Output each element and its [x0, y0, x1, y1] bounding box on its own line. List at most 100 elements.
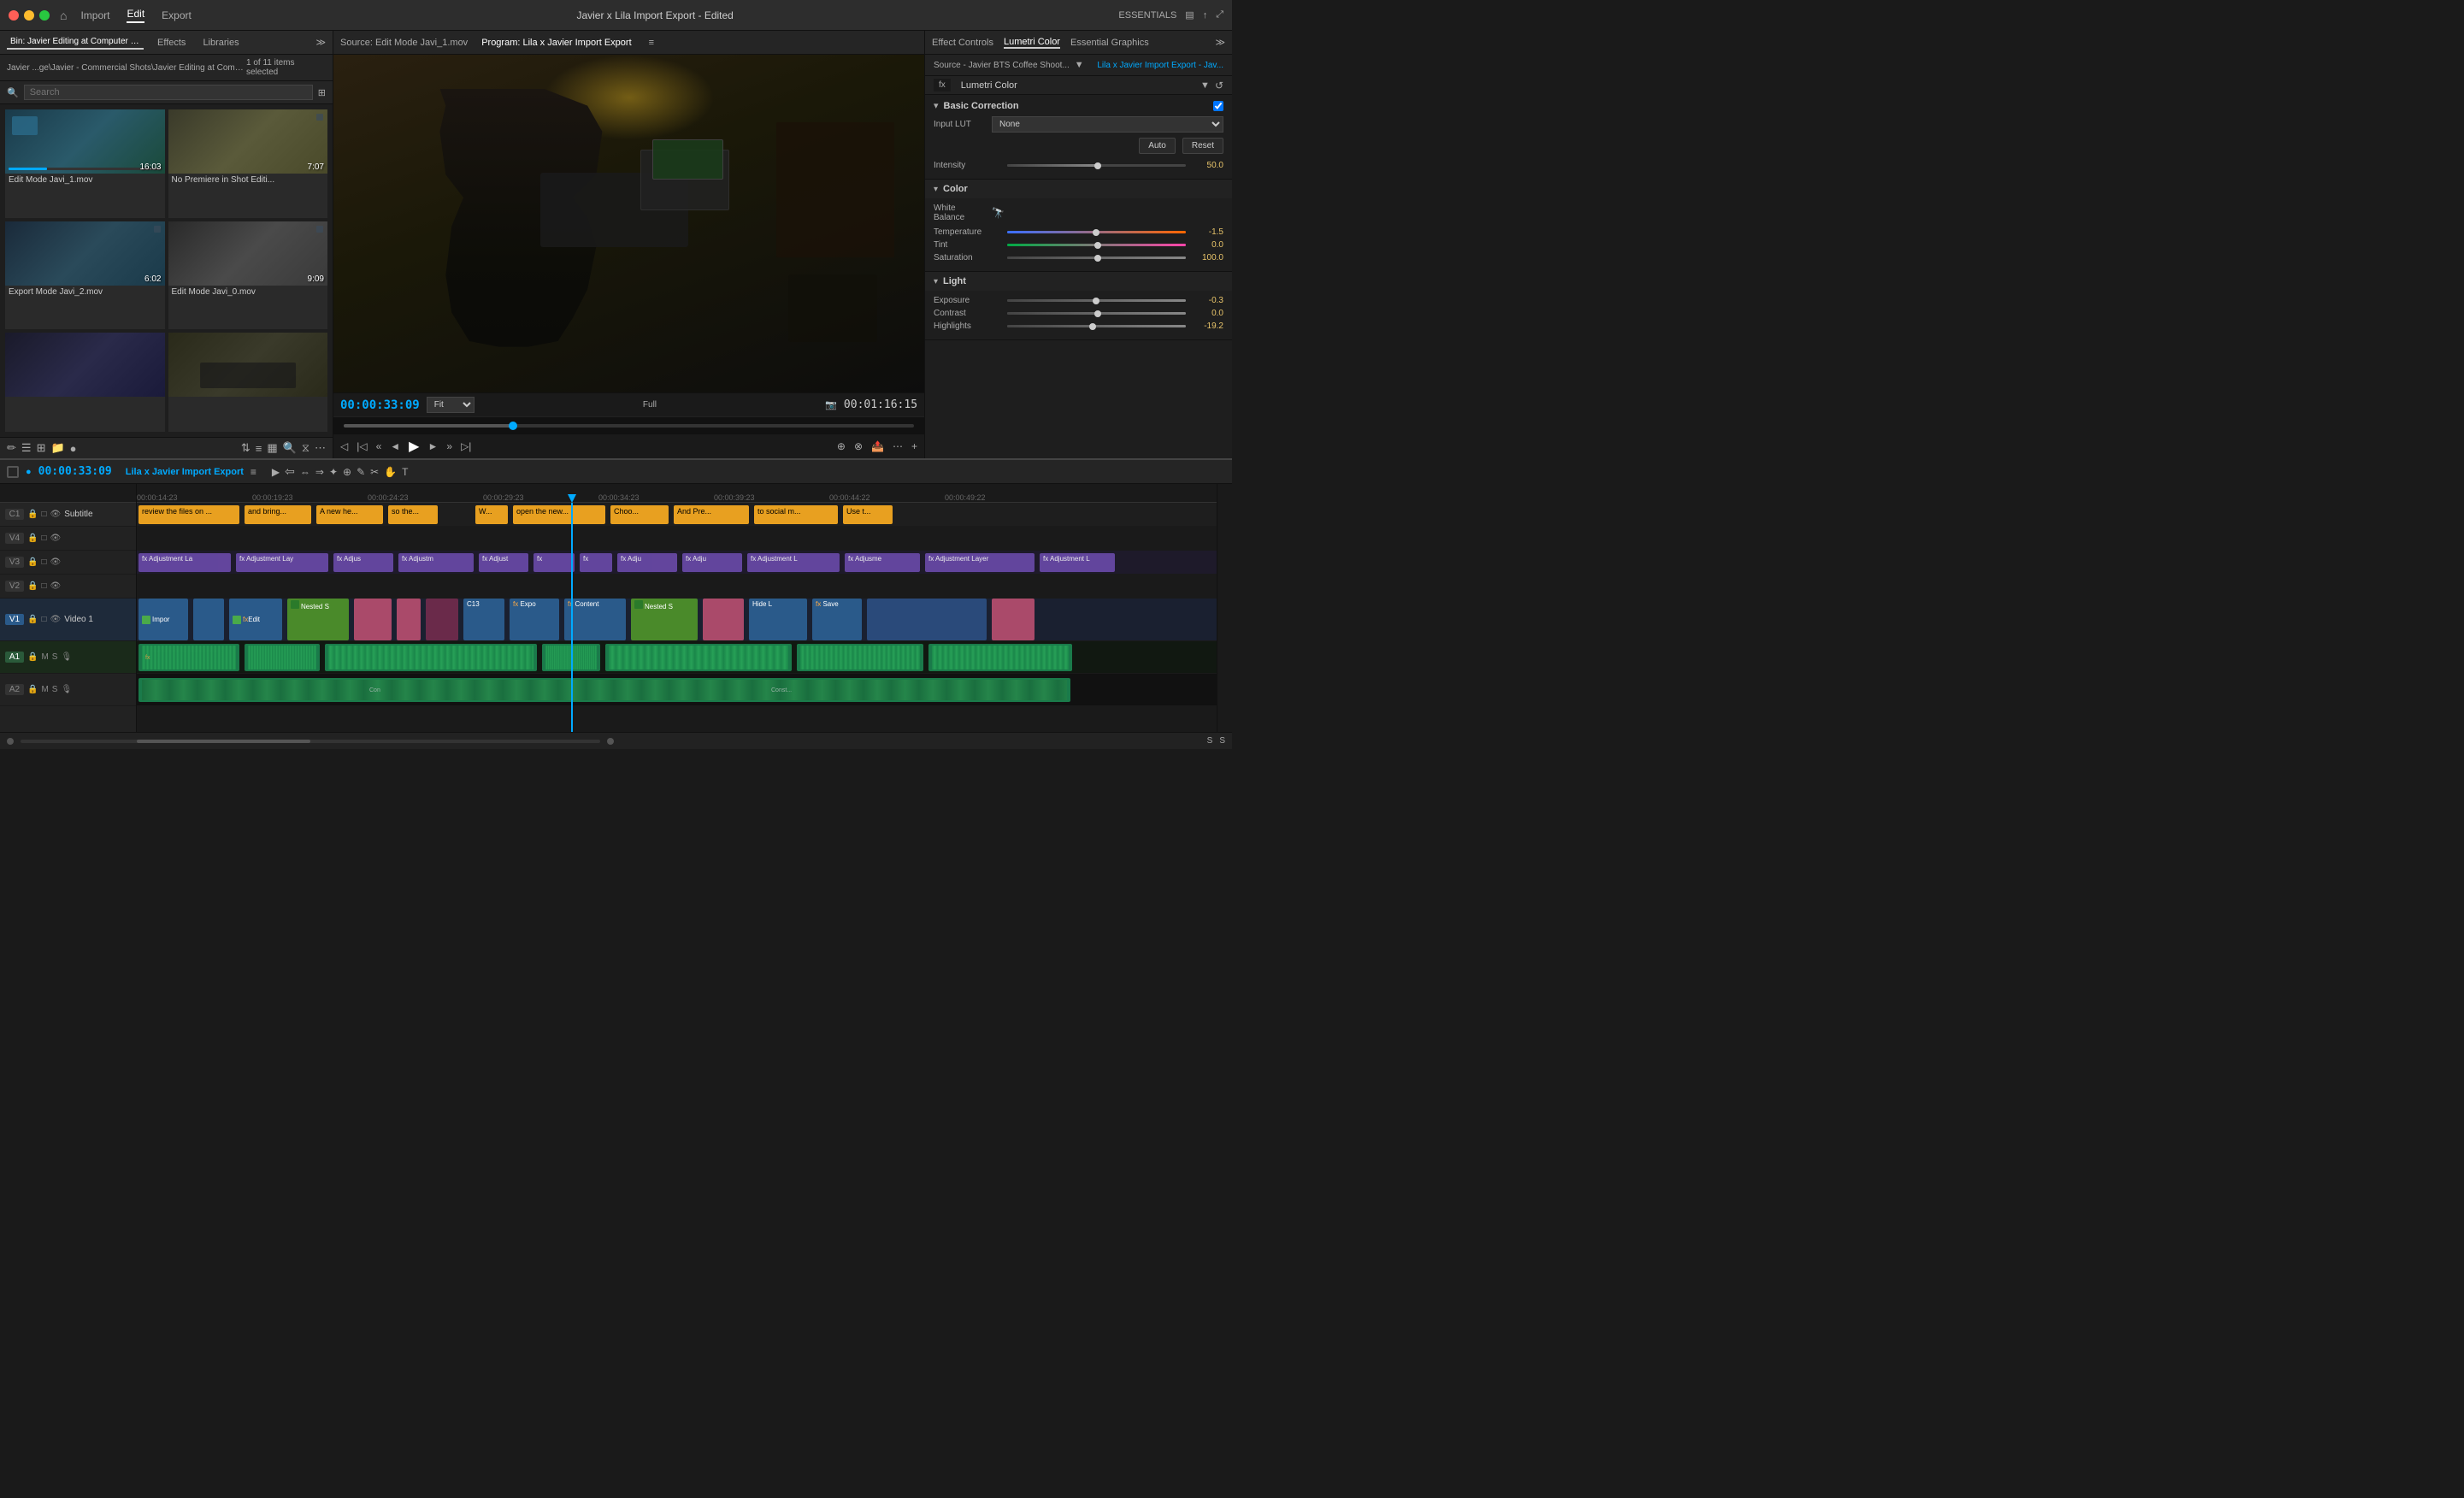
adjustment-clip[interactable]: fx Adjustment L	[747, 553, 840, 572]
subtitle-clip[interactable]: Choo...	[610, 505, 669, 524]
program-menu-icon[interactable]: ≡	[649, 38, 654, 48]
track-eye-icon[interactable]: 👁	[50, 510, 62, 519]
adjustment-clip[interactable]: fx	[533, 553, 575, 572]
track-mic-a1[interactable]: 🎙	[61, 652, 72, 662]
subtitle-clip[interactable]: and bring...	[245, 505, 311, 524]
exposure-track[interactable]	[1007, 299, 1186, 302]
zoom-in-icon[interactable]	[607, 738, 614, 745]
razor-tool[interactable]: ✂	[370, 466, 379, 478]
subtitle-clip[interactable]: to social m...	[754, 505, 838, 524]
media-item[interactable]	[168, 333, 328, 432]
auto-button[interactable]: Auto	[1139, 138, 1176, 154]
rewind-icon[interactable]: ◄	[390, 440, 400, 452]
rate-tool[interactable]: ⇒	[315, 466, 324, 478]
video-clip[interactable]	[354, 599, 392, 640]
highlights-track[interactable]	[1007, 325, 1186, 327]
grid-icon[interactable]: ⊞	[37, 441, 46, 455]
sort-icon[interactable]: ⇅	[241, 441, 251, 455]
scrubber-bar[interactable]	[333, 416, 924, 433]
more-icon[interactable]: ⋯	[315, 441, 326, 455]
rolling-tool[interactable]: ⇔	[300, 466, 310, 478]
adjustment-clip[interactable]: fx Adjustm	[398, 553, 474, 572]
video-clip-edit[interactable]: fx Edit	[229, 599, 282, 640]
track-lock-v2[interactable]: 🔒	[27, 581, 38, 591]
light-section-header[interactable]: ▾ Light	[925, 272, 1232, 291]
ripple-tool[interactable]: ⇦	[285, 464, 295, 479]
step-forward-icon[interactable]: »	[446, 440, 452, 452]
track-lock-a1[interactable]: 🔒	[27, 652, 38, 662]
mark-in-icon[interactable]: ◁	[340, 440, 348, 452]
hand-tool[interactable]: ✋	[384, 466, 397, 478]
fx-reset-icon[interactable]: ↺	[1215, 80, 1223, 91]
tab-program[interactable]: Program: Lila x Javier Import Export	[481, 38, 631, 48]
track-camera-icon[interactable]: □	[41, 510, 46, 519]
tab-bin[interactable]: Bin: Javier Editing at Computer B Roll	[7, 35, 144, 50]
select-tool[interactable]: ▶	[272, 466, 280, 478]
video-clip-save[interactable]: fx Save	[812, 599, 862, 640]
expand-panel-icon[interactable]: ≫	[315, 37, 326, 48]
subtitle-clip[interactable]: A new he...	[316, 505, 383, 524]
track-mute-a1[interactable]: M	[41, 652, 48, 662]
tab-effect-controls[interactable]: Effect Controls	[932, 38, 993, 48]
track-eye-v2[interactable]: 👁	[50, 581, 62, 591]
timeline-menu-icon[interactable]: ≡	[251, 466, 256, 478]
timeline-badge[interactable]: ●	[26, 467, 32, 477]
layout-icon[interactable]: ▤	[1185, 9, 1194, 21]
zoom-out-icon[interactable]	[7, 738, 14, 745]
track-cam-v2[interactable]: □	[41, 581, 46, 591]
dropdown-icon[interactable]: ▼	[1075, 60, 1084, 70]
saturation-track[interactable]	[1007, 257, 1186, 259]
track-lock-v1[interactable]: 🔒	[27, 615, 38, 624]
timeline-zoom-bar[interactable]	[21, 740, 600, 743]
input-lut-select[interactable]: None	[992, 116, 1223, 133]
track-lock-a2[interactable]: 🔒	[27, 685, 38, 694]
slide-tool[interactable]: ⊕	[343, 466, 351, 478]
nested-clip[interactable]: Nested S	[287, 599, 349, 640]
folder-icon[interactable]: 📁	[50, 441, 64, 455]
video-clip-expo[interactable]: fx Expo	[510, 599, 559, 640]
nav-edit[interactable]: Edit	[127, 8, 144, 23]
media-item[interactable]: 9:09 Edit Mode Javi_0.mov	[168, 221, 328, 330]
subtitle-clip[interactable]: W...	[475, 505, 508, 524]
tab-lumetri-color[interactable]: Lumetri Color	[1004, 37, 1060, 49]
scrubber-track[interactable]	[344, 424, 914, 428]
audio-clip[interactable]	[542, 644, 600, 671]
basic-correction-header[interactable]: ▾ Basic Correction	[934, 100, 1223, 111]
nested-clip[interactable]: Nested S	[631, 599, 698, 640]
track-lock-v3[interactable]: 🔒	[27, 557, 38, 567]
temperature-track[interactable]	[1007, 231, 1186, 233]
zoom-icon[interactable]: 🔍	[283, 441, 297, 455]
pen-tool[interactable]: ✎	[357, 466, 365, 478]
more-controls-icon[interactable]: ⋯	[893, 440, 903, 452]
timeline-scrollbar[interactable]	[1217, 484, 1232, 732]
eyedropper-icon[interactable]: 🔭	[992, 207, 1005, 219]
adjustment-clip[interactable]: fx Adjustment La	[139, 553, 231, 572]
media-item[interactable]	[5, 333, 165, 432]
minimize-button[interactable]	[24, 10, 34, 21]
color-section-header[interactable]: ▾ Color	[925, 180, 1232, 198]
video-clip-content[interactable]: fx Content	[564, 599, 626, 640]
insert-icon[interactable]: ⊕	[837, 440, 846, 452]
track-eye-v1[interactable]: 👁	[50, 615, 62, 624]
audio2-clip[interactable]: Con Const...	[139, 678, 1070, 702]
track-cam-v1[interactable]: □	[41, 615, 46, 624]
adjustment-clip[interactable]: fx	[580, 553, 612, 572]
audio-clip[interactable]	[325, 644, 537, 671]
video-clip[interactable]	[193, 599, 224, 640]
pencil-icon[interactable]: ✏	[7, 441, 16, 455]
video-clip-hide[interactable]: Hide L	[749, 599, 807, 640]
adjustment-clip[interactable]: fx Adju	[617, 553, 677, 572]
audio-clip[interactable]	[245, 644, 320, 671]
close-button[interactable]	[9, 10, 19, 21]
video-clip[interactable]	[867, 599, 987, 640]
video-clip[interactable]	[703, 599, 744, 640]
video-clip[interactable]	[397, 599, 421, 640]
adjustment-clip[interactable]: fx Adjustment Lay	[236, 553, 328, 572]
tab-source[interactable]: Source: Edit Mode Javi_1.mov	[340, 38, 468, 48]
adjustment-clip[interactable]: fx Adjustment Layer	[925, 553, 1035, 572]
fx-dropdown-icon[interactable]: ▼	[1200, 80, 1210, 91]
tab-libraries[interactable]: Libraries	[199, 36, 242, 50]
audio-clip[interactable]	[928, 644, 1072, 671]
export-icon[interactable]: 📤	[871, 440, 884, 452]
bars-icon[interactable]: ≡	[256, 442, 262, 455]
